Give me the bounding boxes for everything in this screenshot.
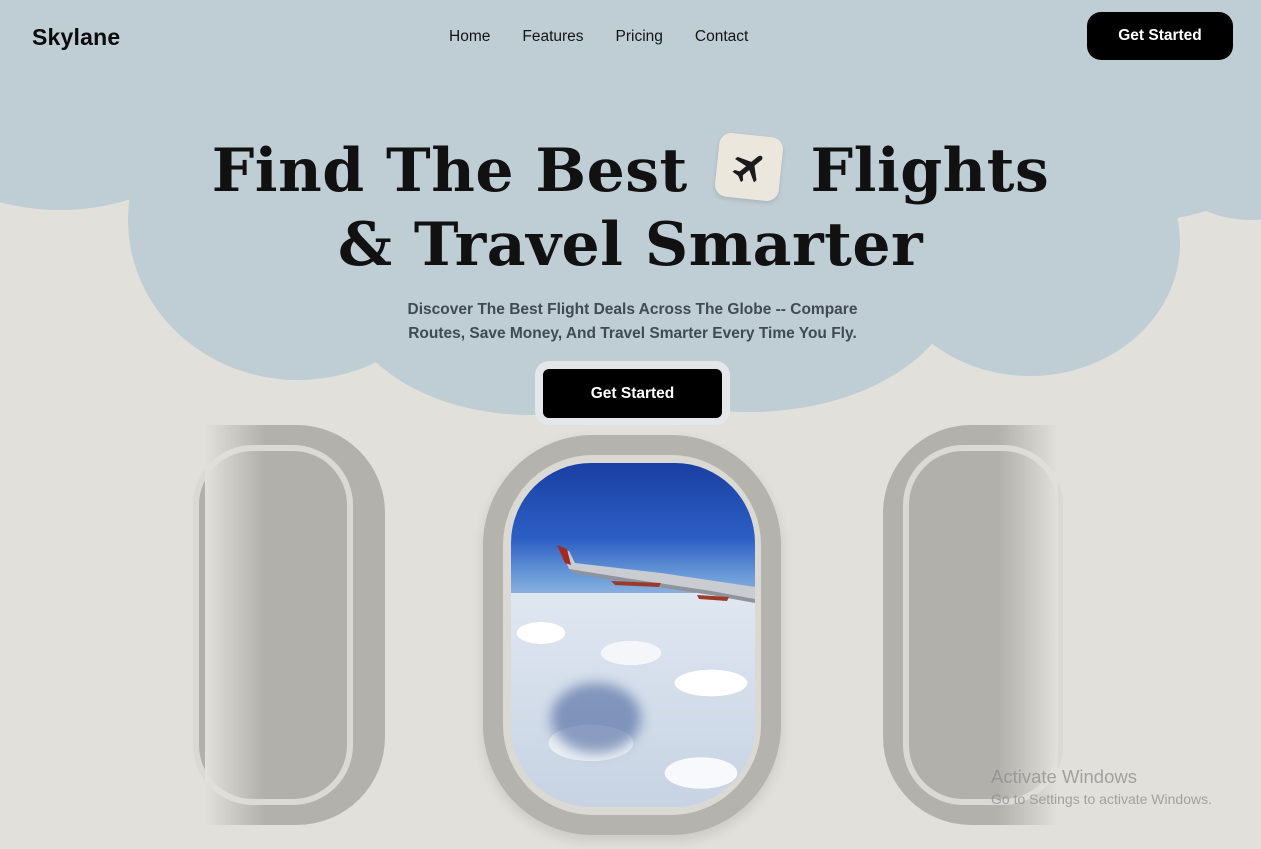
main-nav: Home Features Pricing Contact: [449, 28, 780, 46]
sky-view-image: [511, 463, 755, 807]
nav-link-home[interactable]: Home: [449, 28, 490, 46]
site-header: Skylane Home Features Pricing Contact Ge…: [0, 0, 1261, 72]
window-rim: [503, 455, 761, 815]
hero-subtitle: Discover The Best Flight Deals Across Th…: [407, 301, 858, 342]
airplane-window-left: [193, 425, 385, 825]
nav-link-contact[interactable]: Contact: [695, 28, 748, 46]
airplane-icon: [713, 131, 785, 203]
header-get-started-button[interactable]: Get Started: [1087, 12, 1233, 60]
hero-title: Find The Best Flights & Travel Smarter: [0, 131, 1261, 282]
hero-title-part2: Flights: [810, 136, 1050, 206]
airplane-window-center: [483, 435, 781, 835]
watermark-title: Activate Windows: [991, 766, 1137, 787]
brand-logo[interactable]: Skylane: [32, 24, 120, 51]
hero-title-line2: & Travel Smarter: [337, 210, 924, 280]
nav-link-pricing[interactable]: Pricing: [616, 28, 663, 46]
watermark-subtitle: Go to Settings to activate Windows.: [991, 791, 1212, 807]
airplane-window-right: [883, 425, 1063, 825]
hero-get-started-button[interactable]: Get Started: [543, 369, 722, 418]
airplane-glyph: [732, 155, 763, 183]
hero-title-part1: Find The Best: [211, 136, 688, 206]
nav-link-features[interactable]: Features: [522, 28, 583, 46]
hero-button-frame: Get Started: [535, 361, 730, 425]
airplane-wing-image: [557, 545, 755, 603]
activate-windows-watermark: Activate Windows Go to Settings to activ…: [991, 766, 1212, 807]
